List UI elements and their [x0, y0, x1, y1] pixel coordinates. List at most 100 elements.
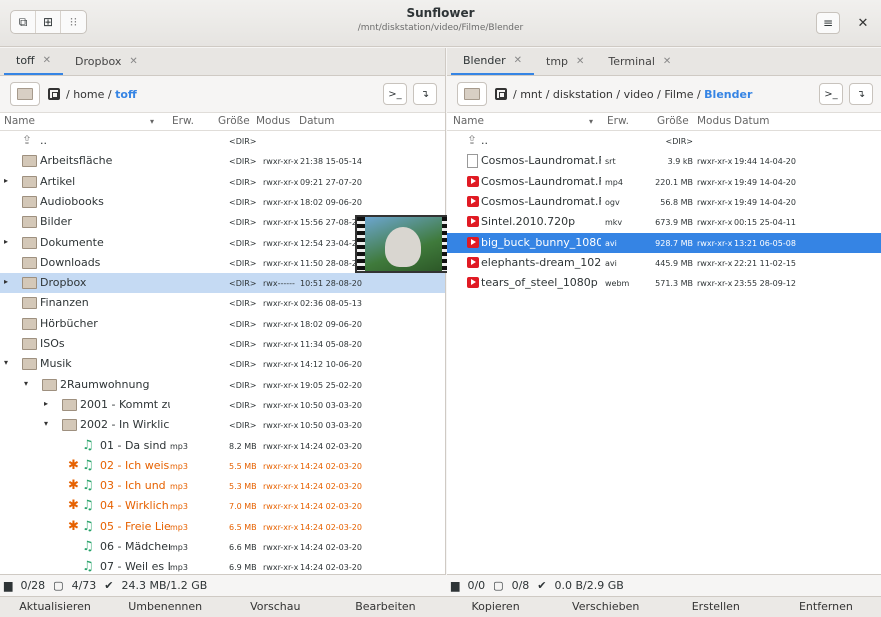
sort-chevron-down-icon[interactable]: ▾	[150, 117, 154, 126]
table-row[interactable]: ▾ 2Raumwohnung <DIR> rwxr-xr-x 19:05 25-02-2…	[0, 375, 445, 395]
close-tab-icon[interactable]: ✕	[43, 55, 51, 66]
table-row[interactable]: ✱♫ 03 - Ich und Elmp3 5.3 MB rwxr-xr-x14:24…	[0, 476, 445, 496]
col-name[interactable]: Name	[453, 115, 484, 127]
table-row[interactable]: ⇪.. <DIR>	[0, 131, 445, 151]
table-row[interactable]: ⇪.. <DIR>	[447, 131, 881, 151]
col-mode[interactable]: Modus	[697, 115, 731, 127]
chevron-down-icon[interactable]: ▾	[24, 379, 28, 388]
file-mode: rwxr-xr-x	[263, 400, 299, 410]
col-ext[interactable]: Erw.	[172, 115, 194, 127]
file-date: 14:24 02-03-20	[300, 461, 362, 471]
file-name: elephants-dream_1024	[481, 255, 601, 269]
hamburger-icon[interactable]: ≡	[816, 12, 840, 34]
file-mode: rwxr-xr-x	[263, 543, 299, 552]
bookmark-icon[interactable]	[48, 88, 60, 100]
file-size: 220.1 MB	[655, 177, 693, 187]
tab-terminal[interactable]: Terminal ✕	[596, 48, 683, 75]
terminal-icon[interactable]: >_	[383, 83, 407, 105]
col-mode[interactable]: Modus	[256, 115, 290, 127]
file-date: 18:02 09-06-20	[300, 197, 362, 207]
table-row[interactable]: Hörbücher <DIR> rwxr-xr-x 18:02 09-06-20	[0, 314, 445, 334]
path-breadcrumb[interactable]: / mnt / diskstation / video / Filme / Bl…	[513, 88, 752, 101]
tab-toff[interactable]: toff ✕	[4, 48, 64, 75]
create-button[interactable]: Erstellen	[661, 597, 771, 617]
close-tab-icon[interactable]: ✕	[514, 55, 522, 66]
file-date: 19:49 14-04-20	[734, 197, 796, 207]
file-date: 13:21 06-05-08	[734, 238, 796, 248]
file-ext: srt	[605, 157, 616, 167]
table-row[interactable]: elephants-dream_1024 avi 445.9 MB rwxr-xr-x…	[447, 253, 881, 273]
file-name: big_buck_bunny_1080p_	[481, 235, 601, 249]
music-file-icon: ♫	[82, 498, 94, 514]
col-size[interactable]: Größe	[657, 115, 689, 127]
chevron-right-icon[interactable]: ▸	[4, 277, 8, 286]
col-ext[interactable]: Erw.	[607, 115, 629, 127]
tab-label: tmp	[546, 55, 569, 68]
tab-dropbox[interactable]: Dropbox ✕	[63, 48, 150, 75]
close-tab-icon[interactable]: ✕	[576, 56, 584, 67]
history-icon[interactable]: ↴	[413, 83, 437, 105]
table-row[interactable]: ▸ Dropbox <DIR> rwx------ 10:51 28-08-20	[0, 273, 445, 294]
table-row[interactable]: ▾ 2002 - In Wirklic <DIR> rwxr-xr-x 10:50 03…	[0, 415, 445, 435]
tab-blender[interactable]: Blender ✕	[451, 48, 535, 75]
file-date: 19:05 25-02-20	[300, 380, 362, 390]
table-row[interactable]: ✱ ♫ 02 - Ich weiss mp3 5.5 MB rwxr-xr-x 14:24 …	[0, 456, 445, 476]
table-row[interactable]: Audiobooks <DIR> rwxr-xr-x 18:02 09-06-20	[0, 192, 445, 212]
table-row[interactable]: big_buck_bunny_1080p_ avi 928.7 MB rwxr-xr-…	[447, 232, 881, 253]
copy-button[interactable]: Kopieren	[441, 597, 551, 617]
table-row[interactable]: ▾ Musik <DIR> rwxr-xr-x 14:12 10-06-20	[0, 354, 445, 374]
table-row[interactable]: ▸ Artikel <DIR> rwxr-xr-x 09:21 27-07-20	[0, 172, 445, 192]
file-size: 6.9 MB	[229, 563, 257, 573]
folder-icon	[17, 88, 33, 100]
close-tab-icon[interactable]: ✕	[129, 56, 137, 67]
table-row[interactable]: ISOs <DIR> rwxr-xr-x 11:34 05-08-20	[0, 334, 445, 354]
col-date[interactable]: Datum	[299, 115, 335, 127]
file-size: <DIR>	[229, 197, 257, 207]
folder-button[interactable]	[10, 82, 40, 106]
chevron-down-icon[interactable]: ▾	[44, 419, 48, 428]
table-row[interactable]: ♫ 06 - Mädchen mp3 6.6 MB rwxr-xr-x 14:24 02-…	[0, 537, 445, 557]
file-mode: rwxr-xr-x	[263, 563, 299, 573]
chevron-right-icon[interactable]: ▸	[4, 176, 8, 185]
col-date[interactable]: Datum	[734, 115, 770, 127]
col-size[interactable]: Größe	[218, 115, 250, 127]
sort-chevron-down-icon[interactable]: ▾	[589, 117, 593, 126]
table-row[interactable]: Cosmos-Laundromat.Fi ogv 56.8 MB rwxr-xr-x 1…	[447, 192, 881, 212]
table-row[interactable]: ✱ ♫ 04 - Wirklich mp3 7.0 MB rwxr-xr-x 14:24 0…	[0, 496, 445, 516]
table-row[interactable]: ▸ 2001 - Kommt zu <DIR> rwxr-xr-x 10:50 03-0…	[0, 395, 445, 415]
col-name[interactable]: Name	[4, 115, 35, 127]
table-row[interactable]: Sintel.2010.720p mkv 673.9 MB rwxr-xr-x 00:1…	[447, 212, 881, 232]
chevron-right-icon[interactable]: ▸	[4, 237, 8, 246]
table-row[interactable]: ✱ ♫ 05 - Freie Liet mp3 6.5 MB rwxr-xr-x 14:24…	[0, 517, 445, 537]
history-icon[interactable]: ↴	[849, 83, 873, 105]
table-row[interactable]: Arbeitsfläche <DIR> rwxr-xr-x 21:38 15-05-1…	[0, 151, 445, 171]
path-breadcrumb[interactable]: / home / toff	[66, 88, 137, 101]
tab-tmp[interactable]: tmp ✕	[534, 48, 596, 75]
modified-star-icon: ✱	[68, 498, 79, 514]
table-row[interactable]: Finanzen <DIR> rwxr-xr-x 02:36 08-05-13	[0, 293, 445, 313]
refresh-button[interactable]: Aktualisieren	[0, 597, 110, 617]
bookmark-icon[interactable]	[495, 88, 507, 100]
file-ext: mp4	[605, 177, 623, 187]
music-file-icon: ♫	[82, 539, 94, 554]
move-button[interactable]: Verschieben	[551, 597, 661, 617]
close-tab-icon[interactable]: ✕	[663, 56, 671, 67]
folder-button[interactable]	[457, 82, 487, 106]
close-icon[interactable]: ✕	[852, 12, 874, 34]
music-file-icon: ♫	[82, 518, 94, 534]
tab-label: Terminal	[608, 55, 655, 68]
preview-button[interactable]: Vorschau	[220, 597, 330, 617]
rename-button[interactable]: Umbenennen	[110, 597, 220, 617]
table-row[interactable]: Cosmos-Laundromat.Fi mp4 220.1 MB rwxr-xr-x…	[447, 172, 881, 192]
edit-button[interactable]: Bearbeiten	[330, 597, 440, 617]
table-row[interactable]: ♫ 01 - Da sind wmp3 8.2 MB rwxr-xr-x14:24 0…	[0, 436, 445, 456]
table-row[interactable]: Cosmos-Laundromat.Fi srt 3.9 kB rwxr-xr-x 19…	[447, 151, 881, 171]
chevron-down-icon[interactable]: ▾	[4, 358, 8, 367]
delete-button[interactable]: Entfernen	[771, 597, 881, 617]
table-row[interactable]: tears_of_steel_1080p webm 571.3 MB rwxr-xr-…	[447, 273, 881, 293]
file-size: <DIR>	[229, 421, 257, 431]
file-date: 12:54 23-04-20	[300, 238, 362, 248]
terminal-icon[interactable]: >_	[819, 83, 843, 105]
chevron-right-icon[interactable]: ▸	[44, 399, 48, 408]
modified-star-icon: ✱	[68, 457, 79, 473]
